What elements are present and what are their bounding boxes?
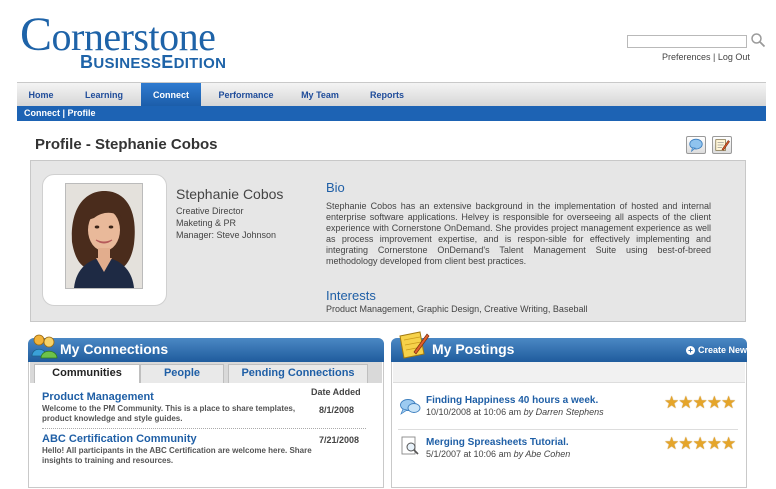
posting-title[interactable]: Merging Spreasheets Tutorial. (426, 437, 569, 448)
people-icon (31, 334, 58, 359)
plus-icon: + (686, 346, 695, 356)
community-description: Welcome to the PM Community. This is a p… (42, 404, 296, 423)
postings-title: My Postings (432, 341, 515, 357)
community-description: Hello! All participants in the ABC Certi… (42, 446, 312, 465)
list-divider (398, 429, 738, 430)
profile-name: Stephanie Cobos (176, 186, 284, 202)
star-icon: ★ (706, 393, 722, 412)
document-magnifier-icon (401, 436, 419, 455)
postings-subbar (393, 362, 745, 383)
tab-reports[interactable]: Reports (359, 83, 415, 107)
posting-author: by Abe Cohen (513, 449, 571, 459)
date-added-header: Date Added (311, 387, 361, 397)
posting-meta: 10/10/2008 at 10:06 am by Darren Stephen… (426, 407, 604, 417)
tab-learning[interactable]: Learning (77, 83, 131, 107)
portrait-image (66, 184, 142, 288)
connections-title: My Connections (60, 341, 169, 357)
user-links: Preferences | Log Out (662, 52, 750, 62)
posting-meta: 5/1/2007 at 10:06 am by Abe Cohen (426, 449, 570, 459)
profile-photo (66, 184, 142, 288)
star-icon: ★ (664, 434, 679, 453)
posting-date: 10/10/2008 at 10:06 am (426, 407, 522, 417)
message-button[interactable] (686, 136, 706, 154)
posting-title[interactable]: Finding Happiness 40 hours a week. (426, 395, 598, 406)
posting-author: by Darren Stephens (523, 407, 604, 417)
tab-performance[interactable]: Performance (211, 83, 281, 107)
star-icon: ★ (721, 434, 736, 453)
interests-text: Product Management, Graphic Design, Crea… (326, 304, 588, 314)
notepad-pencil-icon (715, 139, 730, 151)
list-divider (42, 428, 366, 429)
star-icon: ★ (706, 434, 722, 453)
rating-stars: ★★★★★ (664, 434, 736, 454)
bio-heading: Bio (326, 180, 345, 195)
tab-people[interactable]: People (140, 364, 224, 383)
profile-manager: Manager: Steve Johnson (176, 230, 277, 240)
speech-bubble-icon (689, 138, 703, 153)
interests-heading: Interests (326, 288, 376, 303)
star-icon: ★ (721, 393, 736, 412)
star-icon: ★ (692, 393, 708, 412)
community-title[interactable]: Product Management (42, 391, 154, 403)
main-nav: Home Learning Connect Performance My Tea… (17, 82, 766, 107)
edit-button[interactable] (712, 136, 732, 154)
logout-link[interactable]: Log Out (718, 52, 750, 62)
tab-pending-connections[interactable]: Pending Connections (228, 364, 368, 383)
create-new-button[interactable]: + Create New (686, 345, 748, 356)
tab-communities[interactable]: Communities (34, 364, 140, 383)
tab-connect[interactable]: Connect (141, 83, 201, 107)
notepad-pencil-icon (399, 331, 430, 359)
posting-date: 5/1/2007 at 10:06 am (426, 449, 512, 459)
community-date: 8/1/2008 (319, 405, 355, 415)
logo-edition-b: B (80, 52, 94, 72)
star-icon: ★ (678, 393, 693, 412)
breadcrumb: Connect | Profile (17, 106, 766, 121)
link-separator: | (713, 52, 716, 62)
community-date: 7/21/2008 (319, 435, 360, 445)
profile-job-title: Creative Director (176, 206, 244, 216)
speech-bubbles-icon (400, 399, 421, 415)
bio-text: Stephanie Cobos has an extensive backgro… (326, 201, 711, 267)
create-new-label: Create New (698, 345, 748, 355)
tab-my-team[interactable]: My Team (291, 83, 349, 107)
star-icon: ★ (664, 393, 679, 412)
rating-stars: ★★★★★ (664, 393, 736, 413)
search-input[interactable] (627, 35, 747, 48)
profile-department: Maketing & PR (176, 218, 237, 228)
header: Cornerstone BUSINESSEDITION Preferences … (0, 0, 776, 82)
search-icon[interactable] (750, 32, 766, 48)
star-icon: ★ (678, 434, 693, 453)
page-title: Profile - Stephanie Cobos (35, 136, 218, 153)
preferences-link[interactable]: Preferences (662, 52, 711, 62)
logo-edition-usiness: USINESS (93, 55, 162, 72)
logo-first-letter: C (20, 8, 52, 61)
logo-edition-e: E (161, 52, 174, 72)
tab-home[interactable]: Home (17, 83, 65, 107)
star-icon: ★ (692, 434, 708, 453)
logo-edition-dition: DITION (173, 55, 227, 72)
logo-edition: BUSINESSEDITION (80, 52, 226, 73)
community-title[interactable]: ABC Certification Community (42, 433, 197, 445)
